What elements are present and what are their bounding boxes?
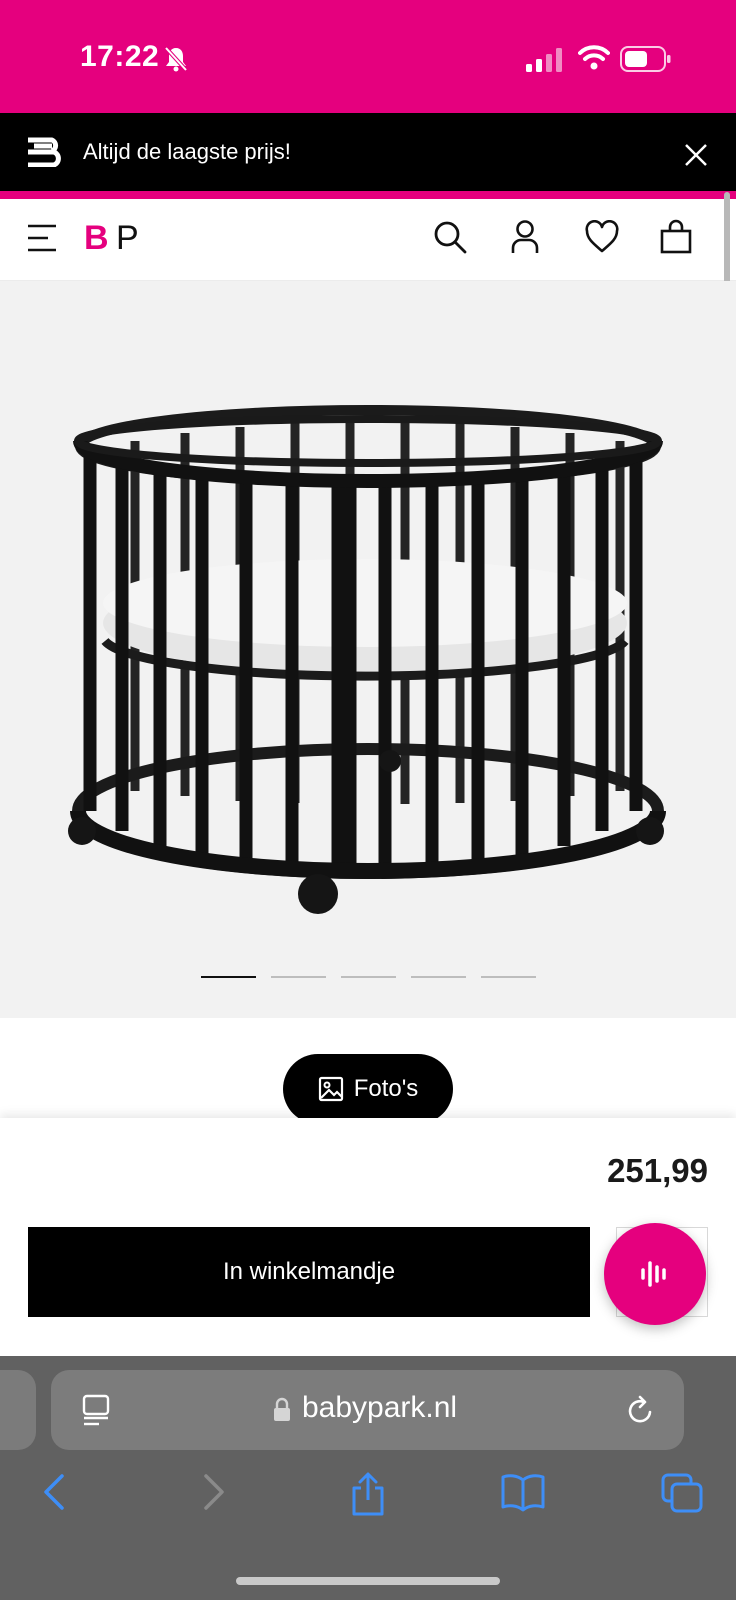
back-icon[interactable] [40,1472,70,1512]
promo-text: Altijd de laagste prijs! [83,139,291,164]
gallery-dot-4[interactable] [411,976,466,978]
heart-icon[interactable] [584,220,620,254]
address-bar[interactable]: babypark.nl [51,1370,684,1450]
tabs-icon[interactable] [660,1472,704,1514]
cellular-signal-icon [526,48,562,72]
status-bar: 17:22 [0,0,736,113]
gallery-dot-3[interactable] [341,976,396,978]
gallery-dot-5[interactable] [481,976,536,978]
lock-icon [274,1397,290,1421]
product-image-gallery[interactable] [0,281,736,1018]
menu-icon[interactable] [26,223,58,253]
bell-muted-icon [164,46,188,72]
image-icon [318,1076,343,1102]
svg-text:B: B [84,220,109,254]
gallery-pagination [201,976,536,978]
url-text: babypark.nl [302,1391,458,1424]
close-icon[interactable] [684,143,708,167]
status-time: 17:22 [80,40,160,73]
gallery-dot-2[interactable] [271,976,326,978]
photos-button-label: Foto's [353,1075,419,1102]
audio-wave-icon [641,1261,666,1287]
search-icon[interactable] [432,219,468,255]
browser-chrome: babypark.nl [0,1356,736,1600]
product-price: 251,99 [607,1152,708,1189]
promo-accent-line [0,191,736,199]
bookmarks-icon[interactable] [500,1472,546,1512]
gallery-dot-1[interactable] [201,976,256,978]
home-indicator [236,1577,500,1585]
promo-banner: Altijd de laagste prijs! [0,113,736,191]
add-to-cart-button[interactable]: In winkelmandje [28,1227,590,1317]
photos-button[interactable]: Foto's [283,1054,453,1124]
wifi-icon [578,45,610,70]
previous-tab-preview[interactable] [0,1370,36,1450]
babypark-b-logo-icon [28,137,61,167]
brand-logo[interactable]: B P [84,220,150,254]
share-icon[interactable] [349,1472,387,1516]
site-header: B P [0,199,736,281]
bag-icon[interactable] [660,219,692,255]
battery-icon [620,46,671,72]
product-image-round-crib [68,405,666,914]
forward-icon[interactable] [198,1472,228,1512]
reload-icon[interactable] [626,1394,656,1426]
svg-text:P: P [116,220,139,254]
reader-mode-icon[interactable] [81,1394,111,1426]
account-icon[interactable] [510,219,540,255]
voice-assistant-button[interactable] [604,1223,706,1325]
